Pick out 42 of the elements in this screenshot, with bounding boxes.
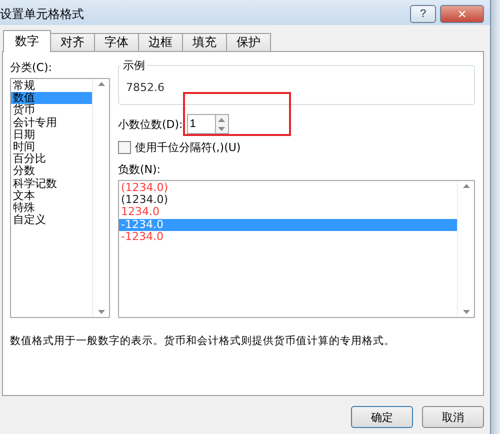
negative-numbers-label: 负数(N): [118,162,161,177]
category-item[interactable]: 会计专用 [11,116,92,129]
help-button[interactable]: ? [410,5,436,23]
window-title: 设置单元格格式 [0,6,84,22]
sample-value: 7852.6 [126,81,164,94]
spin-down-icon[interactable] [218,126,226,130]
tab[interactable]: 数字 [3,30,51,52]
category-item[interactable]: 日期 [11,128,92,142]
category-item[interactable]: 特殊 [11,202,92,214]
scroll-up-icon[interactable] [462,184,470,188]
category-item[interactable]: 自定义 [11,214,92,226]
decimal-places-field[interactable]: 1 [186,114,215,134]
decimal-places-label: 小数位数(D): [118,116,183,132]
negative-number-item[interactable]: (1234.0) [119,194,457,206]
scroll-up-icon[interactable] [98,82,104,86]
checkbox[interactable] [118,141,131,154]
scroll-down-icon[interactable] [462,310,470,314]
tab[interactable]: 保护 [226,33,271,52]
description-text: 数值格式用于一般数字的表示。货币和会计格式则提供货币值计算的专用格式。 [10,334,396,348]
category-item[interactable]: 分数 [11,165,92,178]
negative-number-item[interactable]: (1234.0) [119,182,457,194]
sample-label: 示例 [121,58,147,73]
scroll-down-icon[interactable] [98,310,104,314]
category-item[interactable]: 常规 [11,80,92,92]
category-label: 分类(C): [10,60,53,75]
tab[interactable]: 字体 [94,33,139,52]
category-item[interactable]: 百分比 [11,153,92,166]
tab[interactable]: 填充 [182,33,227,52]
spin-up-icon[interactable] [218,118,226,122]
category-item[interactable]: 数值 [11,92,92,104]
spin-buttons[interactable] [214,114,229,134]
negative-number-item[interactable]: 1234.0 [119,206,457,219]
ok-button[interactable]: 确定 [351,406,413,428]
tab[interactable]: 边框 [138,33,183,52]
thousands-separator-label: 使用千位分隔符(,)(U) [135,140,241,155]
tab[interactable]: 对齐 [50,33,95,52]
category-item[interactable]: 货币 [11,104,92,117]
negative-number-item[interactable]: -1234.0 [119,230,457,244]
category-item[interactable]: 文本 [11,190,92,202]
category-item[interactable]: 科学记数 [11,178,92,190]
cancel-button[interactable]: 取消 [422,406,484,428]
category-item[interactable]: 时间 [11,141,92,154]
